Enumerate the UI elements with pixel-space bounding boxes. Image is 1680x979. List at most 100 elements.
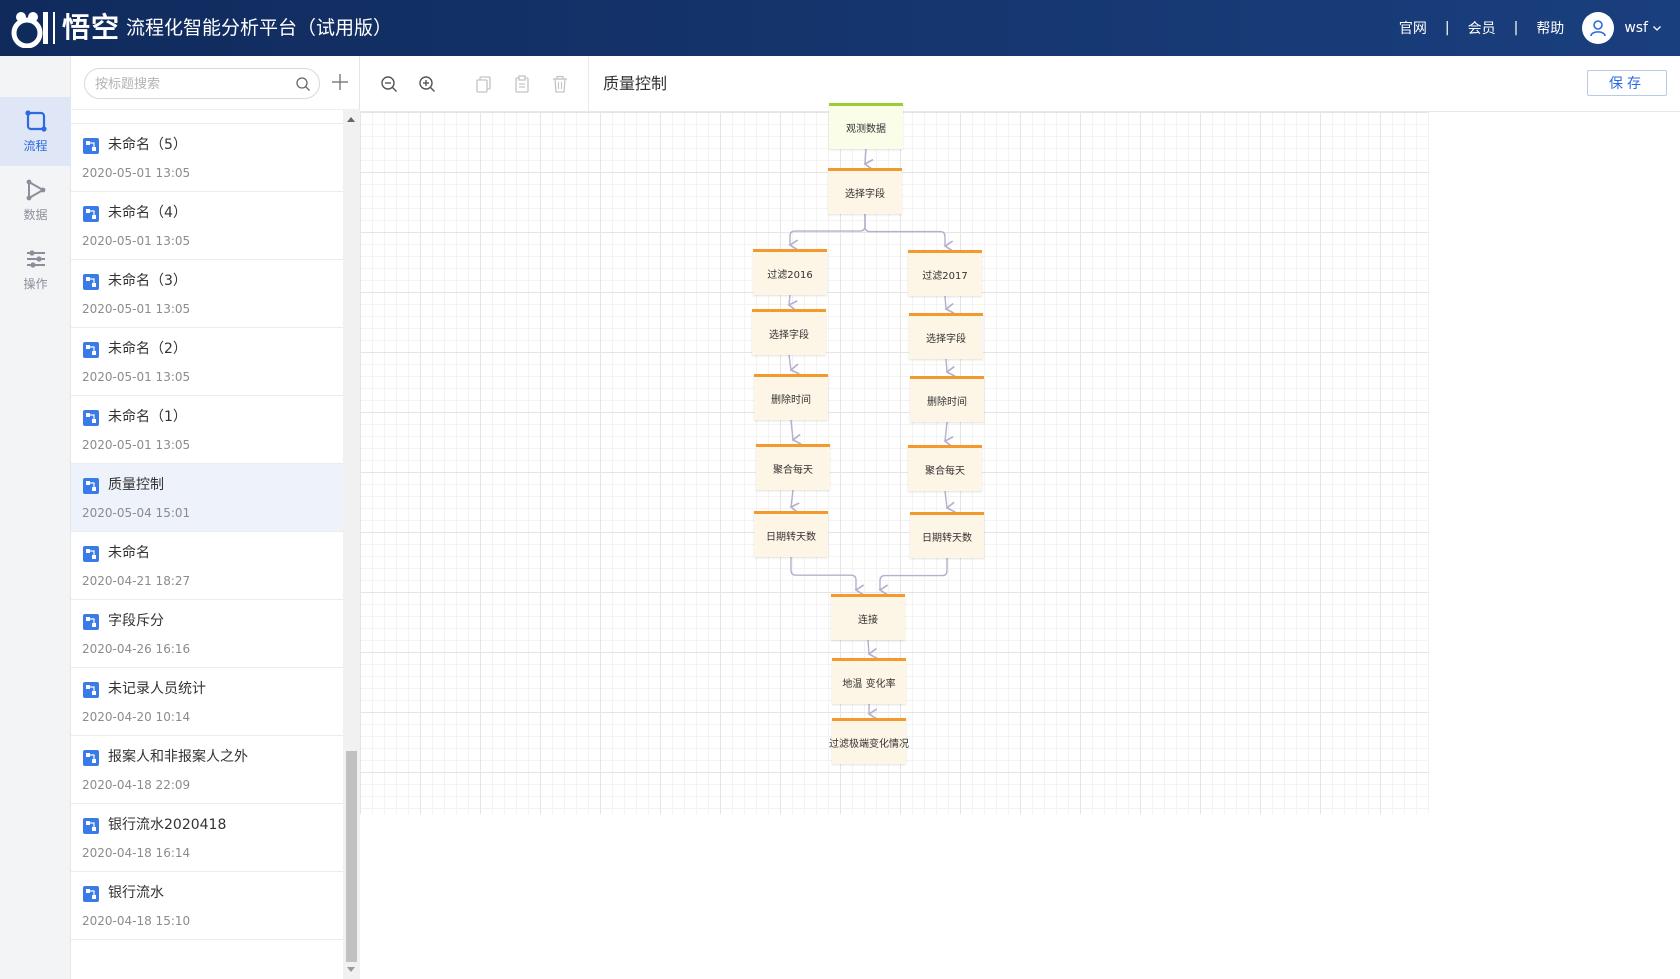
- list-item-name: 未命名（5）: [108, 137, 187, 153]
- flow-node[interactable]: 选择字段: [752, 309, 826, 355]
- flow-node[interactable]: 选择字段: [909, 313, 983, 359]
- zoom-out-icon[interactable]: [379, 74, 399, 94]
- user-menu[interactable]: wsf: [1624, 20, 1662, 36]
- list-item-date: 2020-04-20 10:14: [82, 710, 191, 724]
- list-item[interactable]: 银行流水 2020-04-18 15:10: [71, 872, 343, 940]
- zoom-in-icon[interactable]: [417, 74, 437, 94]
- list-item[interactable]: 未记录人员统计 2020-04-20 10:14: [71, 668, 343, 736]
- logo-icon: [11, 12, 48, 48]
- brand-name: 悟空: [62, 11, 121, 44]
- flow-node[interactable]: 观测数据: [829, 103, 903, 149]
- flow-edge: [943, 421, 954, 448]
- flow-edge: [789, 489, 800, 514]
- flow-edge: [863, 148, 874, 171]
- list-item-name: 未命名（1）: [108, 409, 187, 425]
- list-item-date: 2020-04-18 15:10: [82, 914, 191, 928]
- flow-node[interactable]: 聚合每天: [756, 444, 830, 490]
- copy-icon[interactable]: [474, 74, 494, 94]
- flow-node[interactable]: 日期转天数: [754, 511, 828, 557]
- list-item-name: 未命名（2）: [108, 341, 187, 357]
- nav-official-site[interactable]: 官网: [1381, 18, 1445, 38]
- list-item-name: 银行流水2020418: [108, 817, 227, 833]
- flow-file-icon: [83, 138, 99, 154]
- flow-edge: [944, 490, 956, 513]
- list-item[interactable]: 未命名（5） 2020-05-01 13:05: [71, 124, 343, 192]
- add-icon[interactable]: [329, 71, 351, 93]
- list-item-date: 2020-05-01 13:05: [82, 166, 191, 180]
- flow-node[interactable]: 删除时间: [910, 376, 984, 422]
- nav-membership[interactable]: 会员: [1450, 18, 1514, 38]
- list-item-date: 2020-04-18 22:09: [82, 778, 191, 792]
- delete-icon[interactable]: [550, 74, 570, 94]
- list-item-name: 未命名（4）: [108, 205, 187, 221]
- flow-edges: [787, 148, 956, 720]
- flow-node[interactable]: 过滤2016: [753, 249, 827, 295]
- list-item-date: 2020-05-01 13:05: [82, 110, 190, 113]
- list-item[interactable]: 未命名 2020-04-21 18:27: [71, 532, 343, 600]
- flow-edge: [790, 557, 865, 596]
- list-item[interactable]: 未命名（6）2020-05-01 13:05: [71, 110, 343, 124]
- flow-node[interactable]: 过滤极端变化情况: [829, 718, 909, 764]
- list-item[interactable]: 未命名（4） 2020-05-01 13:05: [71, 192, 343, 260]
- flow-node[interactable]: 选择字段: [828, 168, 902, 214]
- list-item[interactable]: 报案人和非报案人之外 2020-04-18 22:09: [71, 736, 343, 804]
- flow-node[interactable]: 过滤2017: [908, 250, 982, 296]
- list-item-date: 2020-05-01 13:05: [82, 370, 191, 384]
- toolbar-divider: [588, 56, 589, 112]
- list-item[interactable]: 未命名（1） 2020-05-01 13:05: [71, 396, 343, 464]
- save-button[interactable]: 保存: [1587, 70, 1667, 96]
- flow-edge: [787, 294, 798, 312]
- rail-item-flow[interactable]: 流程: [0, 97, 71, 166]
- list-item-date: 2020-05-01 13:05: [82, 234, 191, 248]
- rail-label-data: 数据: [23, 208, 48, 222]
- canvas-toolbar: 质量控制 保存: [360, 56, 1680, 112]
- list-item-date: 2020-05-01 13:05: [82, 438, 191, 452]
- list-item-name: 未命名（3）: [108, 273, 187, 289]
- chevron-down-icon: [1653, 26, 1661, 31]
- list-item-date: 2020-05-01 13:05: [82, 302, 191, 316]
- paste-icon[interactable]: [512, 74, 532, 94]
- search-input[interactable]: [95, 74, 285, 94]
- avatar[interactable]: [1582, 12, 1615, 44]
- list-item[interactable]: 字段斥分 2020-04-26 16:16: [71, 600, 343, 668]
- left-rail: 流程 数据 操作: [0, 56, 71, 979]
- rail-item-data[interactable]: 数据: [0, 166, 71, 235]
- flow-icon: [24, 110, 47, 132]
- list-item-name: 未命名: [108, 545, 150, 561]
- flow-node[interactable]: 删除时间: [754, 374, 828, 420]
- search-icon[interactable]: [295, 76, 311, 92]
- logo-divider: [53, 12, 55, 44]
- app-title: 流程化智能分析平台（试用版）: [126, 17, 393, 39]
- flow-node[interactable]: 连接: [831, 594, 905, 640]
- flow-node[interactable]: 日期转天数: [910, 512, 984, 558]
- flow-file-icon: [83, 274, 99, 290]
- scroll-up-arrow[interactable]: [347, 117, 355, 122]
- list-scrollbar[interactable]: [343, 110, 360, 979]
- username-label: wsf: [1624, 20, 1648, 36]
- list-item-name: 字段斥分: [108, 613, 164, 629]
- scroll-down-arrow[interactable]: [347, 967, 355, 972]
- flow-node[interactable]: 聚合每天: [908, 445, 982, 491]
- list-item[interactable]: 银行流水2020418 2020-04-18 16:14: [71, 804, 343, 872]
- flow-title: 质量控制: [603, 74, 668, 93]
- flow-edge: [867, 639, 878, 660]
- flow-edge: [945, 358, 956, 378]
- rail-item-operation[interactable]: 操作: [0, 235, 71, 304]
- scrollbar-thumb[interactable]: [346, 751, 357, 962]
- flow-list: 未命名（6）2020-05-01 13:05 未命名（5） 2020-05-01 1…: [71, 110, 343, 979]
- nav-help[interactable]: 帮助: [1518, 18, 1582, 38]
- list-item-date: 2020-04-18 16:14: [82, 846, 191, 860]
- flow-file-icon: [83, 410, 99, 426]
- list-item[interactable]: 未命名（2） 2020-05-01 13:05: [71, 328, 343, 396]
- search-box[interactable]: [84, 68, 320, 99]
- flow-edge: [944, 295, 955, 315]
- flow-node[interactable]: 地温 变化率: [832, 658, 906, 704]
- list-item-name: 报案人和非报案人之外: [108, 749, 248, 765]
- list-item-name: 未记录人员统计: [108, 681, 206, 697]
- flow-canvas[interactable]: 观测数据 选择字段 过滤2016 过滤2017 选择字段 选择字段 删除时间 删除时间 聚合每天…: [360, 103, 1680, 979]
- flow-edge: [788, 214, 866, 251]
- list-item[interactable]: 质量控制 2020-05-04 15:01: [71, 464, 343, 532]
- list-item-name: 质量控制: [108, 477, 164, 493]
- data-icon: [26, 179, 45, 201]
- list-item[interactable]: 未命名（3） 2020-05-01 13:05: [71, 260, 343, 328]
